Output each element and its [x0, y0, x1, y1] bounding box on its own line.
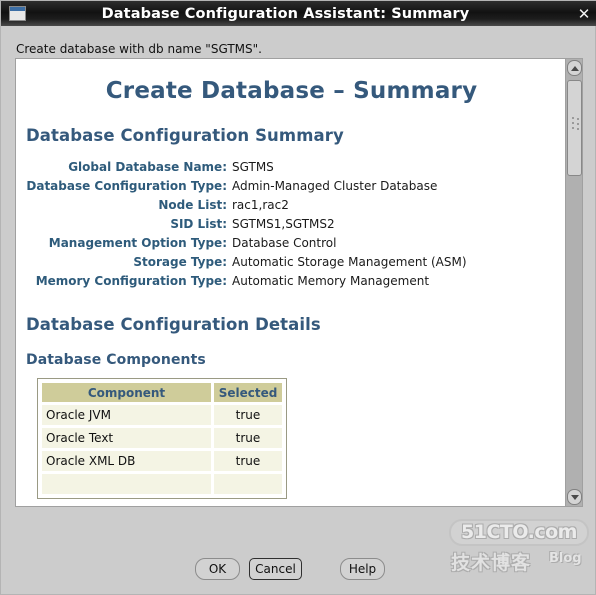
summary-list: Global Database Name: SGTMS Database Con… [26, 160, 467, 293]
summary-row: Global Database Name: SGTMS [26, 160, 467, 179]
cell-selected: true [213, 404, 283, 426]
summary-panel: Create Database – Summary Database Confi… [15, 58, 583, 507]
components-table: Component Selected Oracle JVM true Oracl… [40, 381, 284, 496]
summary-row: Management Option Type: Database Control [26, 236, 467, 255]
cancel-button[interactable]: Cancel [249, 558, 302, 580]
summary-value: Automatic Storage Management (ASM) [232, 255, 467, 269]
heading-database-components: Database Components [26, 352, 206, 368]
summary-value: SGTMS1,SGTMS2 [232, 217, 335, 231]
components-table-container: Component Selected Oracle JVM true Oracl… [37, 378, 287, 499]
summary-label: Global Database Name: [68, 160, 227, 174]
summary-value: SGTMS [232, 160, 274, 174]
window-title: Database Configuration Assistant: Summar… [101, 5, 470, 22]
summary-label: Node List: [158, 198, 227, 212]
cell-component: Oracle XML DB [41, 450, 212, 472]
summary-value: rac1,rac2 [232, 198, 289, 212]
column-header-component: Component [41, 382, 212, 403]
dialog-button-bar: OK Cancel Help [1, 558, 596, 582]
arrow-up-glyph [570, 65, 579, 71]
summary-label: Memory Configuration Type: [35, 274, 227, 288]
page-title: Create Database – Summary [105, 78, 478, 104]
arrow-down-glyph [570, 494, 579, 500]
summary-row: Database Configuration Type: Admin-Manag… [26, 179, 467, 198]
cell-component: Oracle JVM [41, 404, 212, 426]
help-button[interactable]: Help [340, 558, 385, 580]
table-row: Oracle XML DB true [41, 450, 283, 472]
cell-component [41, 473, 212, 495]
summary-label: Database Configuration Type: [26, 179, 227, 193]
summary-label: Management Option Type: [48, 236, 227, 250]
cell-component: Oracle Text [41, 427, 212, 449]
watermark-site: 51CTO.com [449, 519, 589, 546]
summary-label: SID List: [170, 217, 227, 231]
ok-button[interactable]: OK [195, 558, 240, 580]
table-row: Oracle JVM true [41, 404, 283, 426]
scrollbar-thumb[interactable] [567, 80, 582, 176]
summary-value: Admin-Managed Cluster Database [232, 179, 438, 193]
window-icon [9, 6, 26, 21]
table-row: Oracle Text true [41, 427, 283, 449]
summary-row: SID List: SGTMS1,SGTMS2 [26, 217, 467, 236]
summary-row: Memory Configuration Type: Automatic Mem… [26, 274, 467, 293]
cell-selected [213, 473, 283, 495]
summary-row: Node List: rac1,rac2 [26, 198, 467, 217]
table-header-row: Component Selected [41, 382, 283, 403]
scrollbar-grip-icon [572, 117, 579, 131]
summary-value: Automatic Memory Management [232, 274, 430, 288]
heading-database-configuration-summary: Database Configuration Summary [26, 126, 344, 145]
cell-selected: true [213, 427, 283, 449]
heading-database-configuration-details: Database Configuration Details [26, 315, 321, 334]
title-bar: Database Configuration Assistant: Summar… [1, 1, 596, 26]
scroll-up-arrow-icon[interactable] [567, 60, 582, 76]
summary-value: Database Control [232, 236, 337, 250]
scroll-down-arrow-icon[interactable] [567, 489, 582, 505]
cell-selected: true [213, 450, 283, 472]
column-header-selected: Selected [213, 382, 283, 403]
summary-row: Storage Type: Automatic Storage Manageme… [26, 255, 467, 274]
dialog-subcaption: Create database with db name "SGTMS". [16, 42, 262, 56]
summary-document: Create Database – Summary Database Confi… [16, 59, 567, 506]
dialog-window: Database Configuration Assistant: Summar… [0, 0, 596, 595]
table-row [41, 473, 283, 495]
summary-label: Storage Type: [133, 255, 227, 269]
vertical-scrollbar[interactable] [565, 59, 582, 506]
close-icon[interactable]: ✕ [571, 1, 596, 26]
